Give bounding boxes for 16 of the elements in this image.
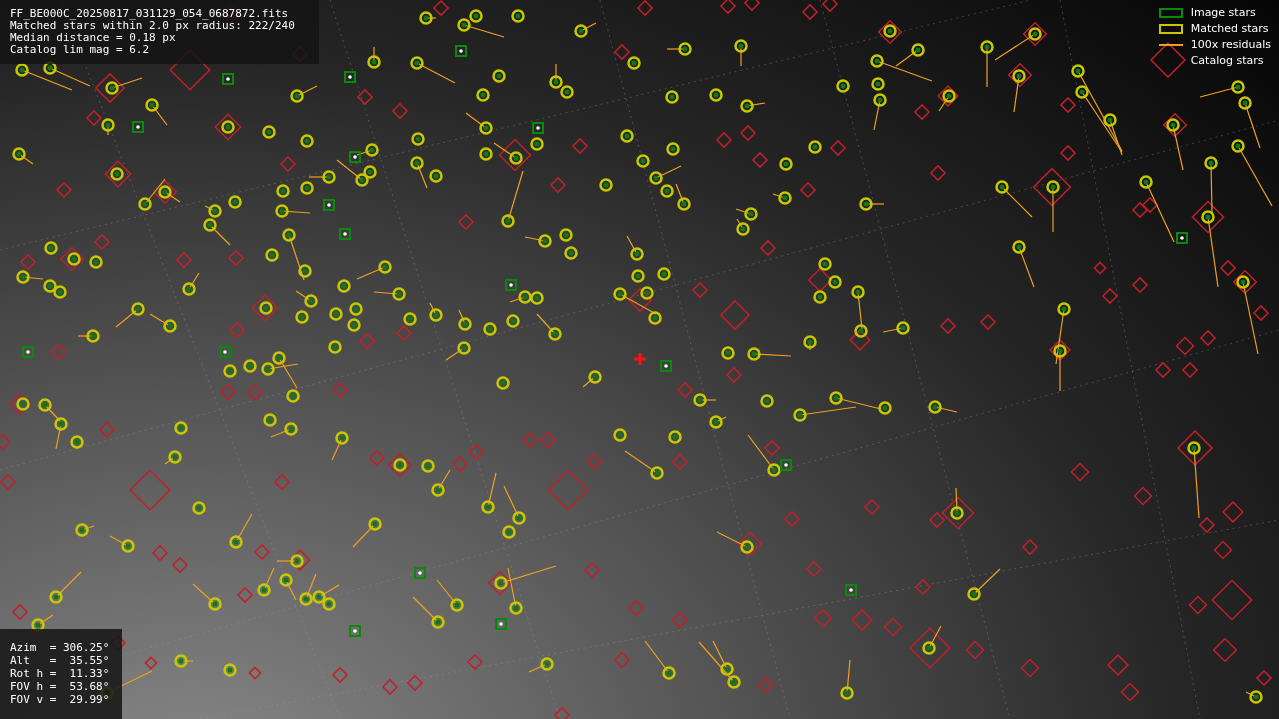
legend-label: 100x residuals <box>1190 38 1271 52</box>
pointing-text: FOV h = 53.68° <box>10 680 111 693</box>
info-text: FF_BE000C_20250817_031129_054_0687872.fits <box>10 8 290 20</box>
legend-label: Image stars <box>1190 6 1256 20</box>
pointing-text: Rot h = 11.33° <box>10 667 111 680</box>
legend-label: Catalog stars <box>1190 54 1264 68</box>
legend-label: Matched stars <box>1190 22 1269 36</box>
legend-swatch <box>1158 8 1183 18</box>
info-text: Median distance = 0.18 px <box>10 32 177 44</box>
pointing-text: Alt = 35.55° <box>10 654 111 667</box>
legend-swatch <box>1158 24 1183 34</box>
legend-line <box>1158 44 1183 46</box>
pointing-text: FOV v = 29.99° <box>10 693 111 706</box>
info-text: Catalog lim mag = 6.2 <box>10 44 151 56</box>
pointing-text: Azim = 306.25° <box>10 641 111 654</box>
info-text: Matched stars within 2.0 px radius: 222/240 <box>10 20 296 32</box>
